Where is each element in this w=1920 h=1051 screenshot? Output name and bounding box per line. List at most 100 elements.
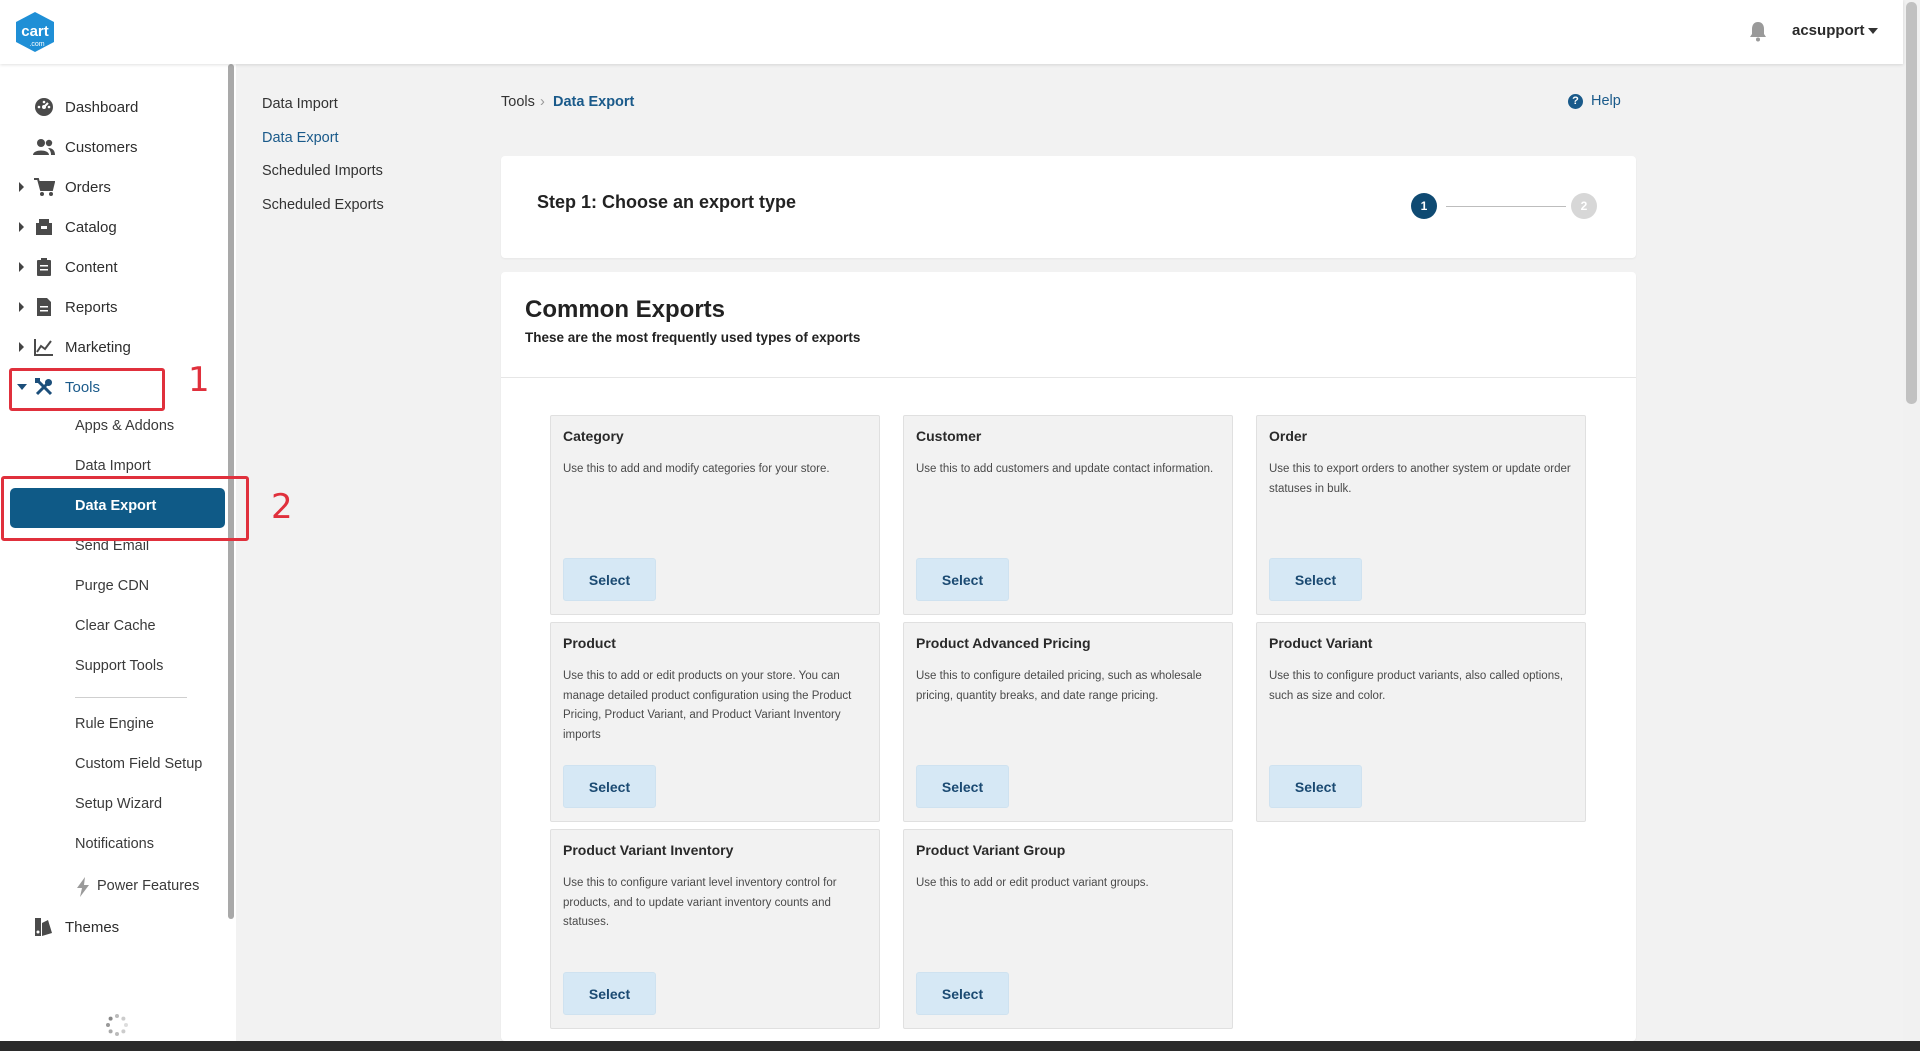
help-label: Help xyxy=(1591,93,1621,109)
chevron-right-icon[interactable] xyxy=(19,182,24,192)
sidebar-item-label: Catalog xyxy=(65,218,117,236)
sidebar-sub-custom-field-setup[interactable]: Custom Field Setup xyxy=(75,756,202,772)
tile-description: Use this to add or edit products on your… xyxy=(563,670,852,741)
sidebar-item-catalog[interactable]: Catalog xyxy=(0,212,226,242)
loading-spinner-icon xyxy=(106,1014,128,1036)
annotation-number-2: 2 xyxy=(271,487,293,527)
export-tile-product-advanced-pricing: Product Advanced Pricing Use this to con… xyxy=(903,622,1233,822)
sidebar-sub-setup-wizard[interactable]: Setup Wizard xyxy=(75,796,162,812)
sidebar-sub-purge-cdn[interactable]: Purge CDN xyxy=(75,578,149,594)
sidebar-item-content[interactable]: Content xyxy=(0,252,226,282)
breadcrumb-current: Data Export xyxy=(553,94,635,110)
sidebar-sub-apps-addons[interactable]: Apps & Addons xyxy=(75,418,174,434)
tile-description: Use this to configure product variants, … xyxy=(1269,670,1564,702)
chevron-right-icon[interactable] xyxy=(19,222,24,232)
sidebar-sub-clear-cache[interactable]: Clear Cache xyxy=(75,618,156,634)
top-header: cart .com acsupport xyxy=(0,0,1903,64)
sidebar-item-label: Reports xyxy=(65,298,118,316)
select-product-button[interactable]: Select xyxy=(563,765,656,808)
sidebar-item-label: Orders xyxy=(65,178,111,196)
cart-logo[interactable]: cart .com xyxy=(12,10,58,54)
subnav-data-import[interactable]: Data Import xyxy=(262,96,338,112)
tile-title: Product xyxy=(563,635,616,651)
tile-description: Use this to configure variant level inve… xyxy=(563,877,837,928)
tile-description: Use this to export orders to another sys… xyxy=(1269,463,1571,495)
logo-text: cart xyxy=(21,23,49,40)
export-tile-customer: Customer Use this to add customers and u… xyxy=(903,415,1233,615)
tile-description: Use this to add or edit product variant … xyxy=(916,877,1149,889)
cart-icon xyxy=(33,176,55,198)
select-order-button[interactable]: Select xyxy=(1269,558,1362,601)
tile-title: Product Variant Group xyxy=(916,842,1066,858)
sidebar-item-marketing[interactable]: Marketing xyxy=(0,332,226,362)
step-title: Step 1: Choose an export type xyxy=(537,192,797,212)
sidebar-sub-data-import[interactable]: Data Import xyxy=(75,458,151,474)
chevron-right-icon[interactable] xyxy=(19,302,24,312)
tile-title: Product Variant xyxy=(1269,635,1373,651)
section-title: Common Exports xyxy=(525,296,726,323)
logo-sub: .com xyxy=(29,41,44,48)
tile-title: Customer xyxy=(916,428,982,444)
sidebar-item-label: Customers xyxy=(65,138,138,156)
select-customer-button[interactable]: Select xyxy=(916,558,1009,601)
marketing-icon xyxy=(33,336,55,358)
step-number: 1 xyxy=(1420,199,1428,213)
customers-icon xyxy=(33,136,55,158)
chevron-down-icon[interactable] xyxy=(1868,28,1878,34)
dashboard-icon xyxy=(33,96,55,118)
export-tile-product: Product Use this to add or edit products… xyxy=(550,622,880,822)
sidebar-item-customers[interactable]: Customers xyxy=(0,132,226,162)
export-tile-product-variant-inventory: Product Variant Inventory Use this to co… xyxy=(550,829,880,1029)
page-scrollbar-thumb[interactable] xyxy=(1906,2,1917,404)
sidebar-item-orders[interactable]: Orders xyxy=(0,172,226,202)
user-menu[interactable]: acsupport xyxy=(1792,22,1865,39)
help-icon: ? xyxy=(1568,93,1583,109)
select-product-variant-group-button[interactable]: Select xyxy=(916,972,1009,1015)
export-tile-product-variant: Product Variant Use this to configure pr… xyxy=(1256,622,1586,822)
sidebar-item-label: Content xyxy=(65,258,118,276)
select-product-advanced-pricing-button[interactable]: Select xyxy=(916,765,1009,808)
tile-title: Order xyxy=(1269,428,1308,444)
sidebar-sub-support-tools[interactable]: Support Tools xyxy=(75,658,163,674)
export-tile-product-variant-group: Product Variant Group Use this to add or… xyxy=(903,829,1233,1029)
annotation-box-1 xyxy=(9,368,165,411)
help-link[interactable]: ? Help xyxy=(1568,93,1621,109)
section-divider xyxy=(501,377,1636,378)
themes-icon xyxy=(33,916,55,938)
sidebar-sub-rule-engine[interactable]: Rule Engine xyxy=(75,716,154,732)
export-tile-order: Order Use this to export orders to anoth… xyxy=(1256,415,1586,615)
reports-icon xyxy=(33,296,55,318)
annotation-box-2 xyxy=(1,476,249,541)
tile-title: Product Advanced Pricing xyxy=(916,635,1091,651)
sidebar-sub-power-features[interactable]: Power Features xyxy=(97,878,199,894)
step-number: 2 xyxy=(1580,199,1588,213)
chevron-right-icon[interactable] xyxy=(19,262,24,272)
sidebar-item-label: Dashboard xyxy=(65,98,139,116)
select-product-variant-inventory-button[interactable]: Select xyxy=(563,972,656,1015)
lightning-icon xyxy=(77,877,89,897)
sidebar-item-dashboard[interactable]: Dashboard xyxy=(0,92,226,122)
select-category-button[interactable]: Select xyxy=(563,558,656,601)
breadcrumb-separator: › xyxy=(540,94,545,110)
annotation-number-1: 1 xyxy=(188,360,210,400)
tile-description: Use this to add and modify categories fo… xyxy=(563,463,830,475)
subnav-scheduled-exports[interactable]: Scheduled Exports xyxy=(262,197,384,213)
sidebar-item-reports[interactable]: Reports xyxy=(0,292,226,322)
subnav-data-export[interactable]: Data Export xyxy=(262,130,339,146)
bottom-edge-bar xyxy=(0,1041,1920,1051)
tile-description: Use this to configure detailed pricing, … xyxy=(916,670,1202,702)
section-subtitle: These are the most frequently used types… xyxy=(525,330,861,345)
export-tile-category: Category Use this to add and modify cate… xyxy=(550,415,880,615)
sidebar-sub-notifications[interactable]: Notifications xyxy=(75,836,154,852)
sidebar-item-label: Marketing xyxy=(65,338,131,356)
tile-title: Category xyxy=(563,428,624,444)
sidebar-item-themes[interactable]: Themes xyxy=(0,912,226,942)
breadcrumb-parent[interactable]: Tools xyxy=(501,94,535,110)
select-product-variant-button[interactable]: Select xyxy=(1269,765,1362,808)
subnav-scheduled-imports[interactable]: Scheduled Imports xyxy=(262,163,383,179)
step-connector xyxy=(1446,206,1566,207)
step-indicator-2: 2 xyxy=(1571,193,1597,219)
bell-icon[interactable] xyxy=(1748,20,1768,42)
step-indicator-1: 1 xyxy=(1411,193,1437,219)
chevron-right-icon[interactable] xyxy=(19,342,24,352)
